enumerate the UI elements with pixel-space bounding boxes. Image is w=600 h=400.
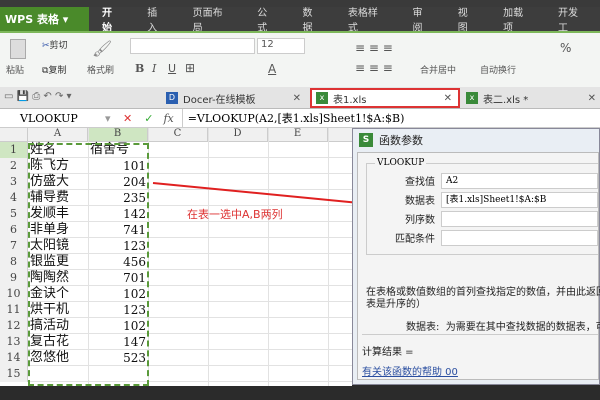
col-index-input[interactable] — [441, 210, 598, 227]
menu-table-style[interactable]: 表格样式 — [335, 4, 400, 34]
help-link[interactable]: 有关该函数的帮助 00 — [362, 363, 458, 378]
row-header[interactable]: 15 — [0, 366, 28, 382]
column-header-d[interactable]: D — [208, 128, 268, 142]
col-index-row: 列序数 — [367, 210, 598, 227]
row-header[interactable]: 1 — [0, 142, 28, 158]
row-header[interactable]: 5 — [0, 206, 28, 222]
menu-formula[interactable]: 公式 — [244, 4, 289, 34]
column-header-b[interactable]: B — [88, 128, 148, 142]
menu-view[interactable]: 视图 — [445, 4, 490, 34]
align-left-icon[interactable]: ≡ ≡ ≡ — [355, 61, 393, 75]
align-top-icon[interactable]: ≡ ≡ ≡ — [355, 41, 393, 55]
underline-button[interactable]: U — [168, 62, 176, 75]
divider — [362, 334, 598, 335]
close-icon[interactable]: ✕ — [444, 93, 452, 104]
copy-button[interactable]: ⧉复制 — [42, 63, 66, 76]
app-logo-button[interactable]: WPS 表格 ▾ — [0, 7, 89, 31]
annotation-text: 在表一选中A,B两列 — [187, 208, 283, 221]
function-description: 在表格或数值数组的首列查找指定的数值，并由此返回 表是升序的） — [366, 287, 600, 310]
row-header[interactable]: 3 — [0, 174, 28, 190]
fx-icon[interactable]: fx — [159, 112, 181, 125]
range-lookup-row: 匹配条件 — [367, 229, 598, 246]
name-box[interactable]: VLOOKUP — [0, 112, 105, 125]
cut-button[interactable]: ✂剪切 — [42, 38, 68, 51]
menu-developer[interactable]: 开发工 — [545, 4, 600, 34]
lookup-value-input[interactable]: A2 — [441, 172, 598, 189]
bold-button[interactable]: B — [135, 62, 144, 75]
row-header[interactable]: 12 — [0, 318, 28, 334]
wrap-text-button[interactable]: 自动换行 — [480, 63, 516, 76]
vlookup-group: VLOOKUP 查找值 A2 数据表 [表1.xls]Sheet1!$A:$B 列序… — [366, 158, 598, 255]
paste-button[interactable]: 粘贴 — [6, 63, 24, 76]
format-painter-button[interactable]: 格式刷 — [87, 63, 114, 76]
lookup-value-row: 查找值 A2 — [367, 172, 598, 189]
ribbon: 粘贴 ✂剪切 ⧉复制 🖌 格式刷 12 B I U ⊞ A ≡ ≡ ≡ ≡ ≡ … — [0, 31, 600, 87]
spreadsheet-icon: x — [316, 92, 328, 104]
row-header[interactable]: 2 — [0, 158, 28, 174]
close-icon[interactable]: ✕ — [293, 93, 301, 104]
tab-sheet1[interactable]: x 表1.xls ✕ — [310, 88, 460, 108]
quick-access-icons[interactable]: ▭ 💾 ⎙ ↶ ↷ ▾ — [4, 91, 72, 102]
range-lookup-input[interactable] — [441, 229, 598, 246]
argument-description: 数据表: 为需要在其中查找数据的数据表，可 — [406, 322, 600, 333]
percent-button[interactable]: % — [560, 41, 571, 55]
app-logo: WPS 表格 — [5, 13, 59, 26]
row-header[interactable]: 4 — [0, 190, 28, 206]
menu-page-layout[interactable]: 页面布局 — [180, 4, 245, 34]
row-header[interactable]: 8 — [0, 254, 28, 270]
function-arguments-dialog: S 函数参数 VLOOKUP 查找值 A2 数据表 [表1.xls]Sheet1!$A… — [352, 128, 600, 385]
menu-bar: WPS 表格 ▾ 开始 插入 页面布局 公式 数据 表格样式 审阅 视图 加载项… — [0, 4, 600, 34]
wps-icon: S — [359, 133, 373, 147]
confirm-icon[interactable]: ✓ — [138, 112, 159, 125]
menu-data[interactable]: 数据 — [290, 4, 335, 34]
table-array-row: 数据表 [表1.xls]Sheet1!$A:$B — [367, 191, 598, 208]
column-header-a[interactable]: A — [28, 128, 88, 142]
tab-docer[interactable]: D Docer-在线模板 ✕ — [162, 88, 307, 108]
column-header-e[interactable]: E — [268, 128, 328, 142]
paste-icon[interactable] — [10, 39, 26, 59]
tab-sheet2[interactable]: x 表二.xls * ✕ — [462, 88, 600, 108]
dialog-title-bar[interactable]: S 函数参数 — [353, 129, 599, 151]
menu-insert[interactable]: 插入 — [134, 4, 179, 34]
column-header-c[interactable]: C — [148, 128, 208, 142]
formula-bar: VLOOKUP ▾ ✕ ✓ fx =VLOOKUP(A2,[表1.xls]She… — [0, 108, 600, 128]
font-color-icon[interactable]: A — [268, 62, 276, 76]
calc-result: 计算结果 = — [362, 347, 414, 358]
row-header[interactable]: 7 — [0, 238, 28, 254]
merge-center-button[interactable]: 合并居中 — [420, 63, 456, 76]
formula-input[interactable]: =VLOOKUP(A2,[表1.xls]Sheet1!$A:$B) — [181, 108, 600, 128]
row-header[interactable]: 11 — [0, 302, 28, 318]
row-header[interactable]: 13 — [0, 334, 28, 350]
menu-addins[interactable]: 加载项 — [490, 4, 545, 34]
row-header[interactable]: 9 — [0, 270, 28, 286]
menu-review[interactable]: 审阅 — [399, 4, 444, 34]
border-icon[interactable]: ⊞ — [185, 61, 195, 75]
font-name-select[interactable] — [130, 38, 255, 54]
menu-home[interactable]: 开始 — [89, 4, 134, 34]
row-header[interactable]: 14 — [0, 350, 28, 366]
close-icon[interactable]: ✕ — [588, 93, 596, 104]
brush-icon[interactable]: 🖌 — [92, 39, 112, 58]
row-header[interactable]: 6 — [0, 222, 28, 238]
scissors-icon: ✂ — [42, 41, 50, 51]
name-box-dropdown[interactable]: ▾ — [105, 112, 117, 125]
corner-cell[interactable] — [0, 128, 28, 142]
column-header-f[interactable] — [328, 128, 352, 142]
copy-selection-marquee — [28, 143, 149, 386]
italic-button[interactable]: I — [152, 62, 156, 75]
document-tab-bar: ▭ 💾 ⎙ ↶ ↷ ▾ D Docer-在线模板 ✕ x 表1.xls ✕ x 表二.xl… — [0, 87, 600, 109]
table-array-input[interactable]: [表1.xls]Sheet1!$A:$B — [441, 191, 598, 208]
cancel-icon[interactable]: ✕ — [117, 112, 138, 125]
docer-icon: D — [166, 92, 178, 104]
spreadsheet-icon: x — [466, 92, 478, 104]
spreadsheet-grid[interactable]: A B C D E 1 姓名 宿舍号 2 陈飞方 101 3 仿盛大 204 4 辅导费 235 5 发顺… — [0, 128, 352, 386]
row-header[interactable]: 10 — [0, 286, 28, 302]
font-size-select[interactable]: 12 — [257, 38, 305, 54]
